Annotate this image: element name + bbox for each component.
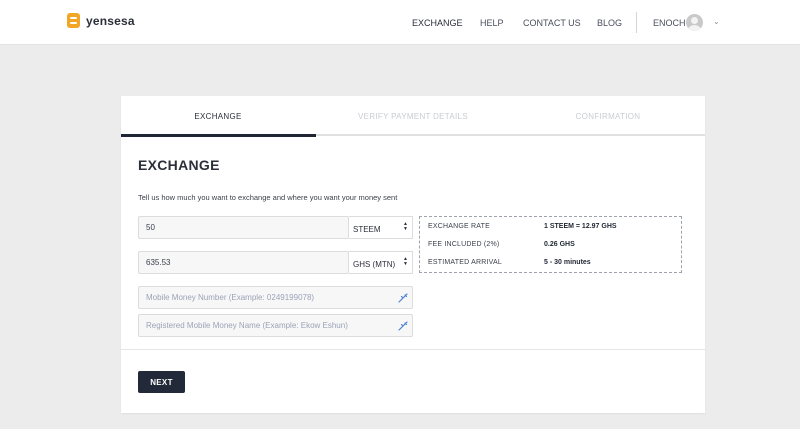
rate-label-exchange-rate: EXCHANGE RATE xyxy=(428,223,490,230)
nav-help[interactable]: HELP xyxy=(480,18,504,28)
chevron-down-icon[interactable]: ⌄ xyxy=(713,17,720,26)
mobile-name-field xyxy=(138,314,413,337)
page-title: EXCHANGE xyxy=(138,157,220,173)
exchange-card: EXCHANGE VERIFY PAYMENT DETAILS CONFIRMA… xyxy=(121,96,705,413)
step-exchange[interactable]: EXCHANGE xyxy=(121,112,315,121)
nav-contact-us[interactable]: CONTACT US xyxy=(523,18,581,28)
receive-amount-input[interactable] xyxy=(139,252,348,273)
key-icon xyxy=(398,321,408,331)
user-avatar-icon[interactable] xyxy=(686,14,703,31)
send-amount-field xyxy=(138,216,349,239)
top-navbar: yensesa EXCHANGE HELP CONTACT US BLOG EN… xyxy=(0,0,800,45)
active-step-indicator xyxy=(121,134,316,137)
step-verify-payment-details[interactable]: VERIFY PAYMENT DETAILS xyxy=(316,112,510,121)
receive-currency-select[interactable]: GHS (MTN) ▲ ▼ xyxy=(349,251,413,274)
select-arrows-icon: ▲ ▼ xyxy=(403,256,408,267)
brand-logo[interactable]: yensesa xyxy=(67,13,135,28)
mobile-number-field xyxy=(138,286,413,309)
rate-value-exchange-rate: 1 STEEM = 12.97 GHS xyxy=(544,223,617,230)
step-confirmation[interactable]: CONFIRMATION xyxy=(511,112,705,121)
page-subtitle: Tell us how much you want to exchange an… xyxy=(138,193,398,202)
yensesa-logo-icon xyxy=(67,13,80,28)
mobile-name-input[interactable] xyxy=(139,315,412,336)
select-arrows-icon: ▲ ▼ xyxy=(403,221,408,232)
send-currency-value: STEEM xyxy=(353,225,381,234)
nav-divider xyxy=(636,12,637,33)
rate-value-fee: 0.26 GHS xyxy=(544,241,575,248)
user-name[interactable]: ENOCH xyxy=(653,18,686,28)
receive-currency-value: GHS (MTN) xyxy=(353,260,396,269)
mobile-number-input[interactable] xyxy=(139,287,412,308)
receive-amount-field xyxy=(138,251,349,274)
key-icon xyxy=(398,293,408,303)
rate-label-fee: FEE INCLUDED (2%) xyxy=(428,241,500,248)
rate-label-arrival: ESTIMATED ARRIVAL xyxy=(428,259,502,266)
nav-exchange[interactable]: EXCHANGE xyxy=(412,18,463,28)
form-divider xyxy=(121,349,705,350)
send-currency-select[interactable]: STEEM ▲ ▼ xyxy=(349,216,413,239)
exchange-rate-box: EXCHANGE RATE 1 STEEM = 12.97 GHS FEE IN… xyxy=(419,216,682,273)
rate-value-arrival: 5 - 30 minutes xyxy=(544,259,591,266)
brand-name: yensesa xyxy=(86,13,135,28)
next-button[interactable]: NEXT xyxy=(138,371,185,393)
send-amount-input[interactable] xyxy=(139,217,348,238)
nav-blog[interactable]: BLOG xyxy=(597,18,622,28)
step-tabs: EXCHANGE VERIFY PAYMENT DETAILS CONFIRMA… xyxy=(121,96,705,137)
